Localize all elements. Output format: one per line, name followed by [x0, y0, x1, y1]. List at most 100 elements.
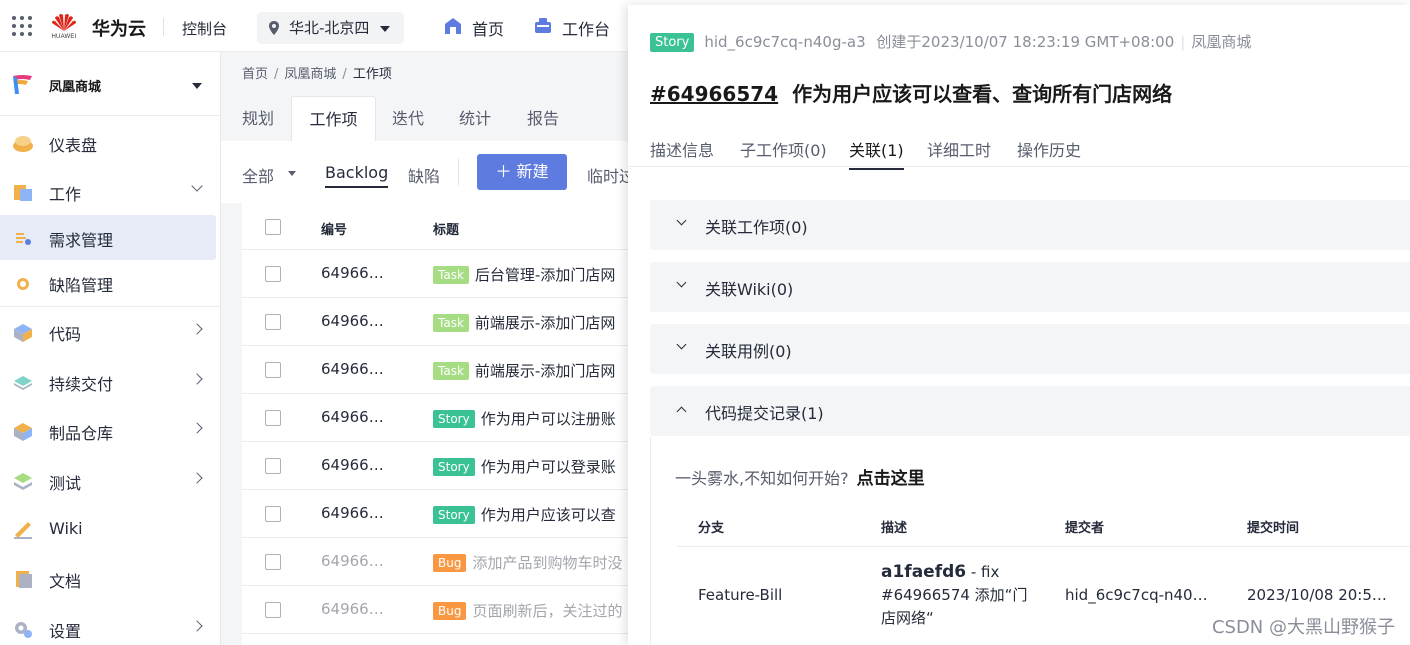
sidebar-item-delivery[interactable]: 持续交付 — [0, 359, 221, 404]
code-icon — [14, 324, 32, 342]
commit-time: 2023/10/08 20:5… — [1247, 586, 1387, 604]
sidebar-item-defects[interactable]: 缺陷管理 — [0, 260, 221, 305]
table-row[interactable]: 64966… Task 前端展示-添加门店网 — [242, 346, 641, 394]
table-row[interactable]: 64966… Bug 添加产品到购物车时没 — [242, 538, 641, 586]
tab-worklog[interactable]: 详细工时 — [927, 137, 991, 161]
filter-backlog[interactable]: Backlog — [325, 163, 389, 188]
tab-statistics[interactable]: 统计 — [459, 96, 491, 141]
nav-home[interactable]: 首页 — [445, 16, 504, 40]
sidebar-item-settings[interactable]: 设置 — [0, 606, 221, 645]
console-link[interactable]: 控制台 — [182, 18, 227, 39]
section-label: 关联Wiki(0) — [705, 280, 794, 299]
filter-defect[interactable]: 缺陷 — [408, 163, 440, 187]
wiki-icon — [14, 522, 32, 539]
tab-reports[interactable]: 报告 — [527, 96, 559, 141]
section-label: 关联工作项(0) — [705, 218, 808, 237]
row-checkbox[interactable] — [265, 458, 281, 474]
tab-description[interactable]: 描述信息 — [650, 137, 714, 161]
workbench-icon — [535, 18, 551, 33]
sidebar-item-label: 仪表盘 — [49, 136, 98, 155]
breadcrumb: 首页 / 凤凰商城 / 工作项 — [242, 67, 392, 82]
table-row[interactable]: 64966… Story 作为用户可以注册账 — [242, 394, 641, 442]
row-title[interactable]: 前端展示-添加门店网 — [475, 314, 615, 332]
nav-workbench-label: 工作台 — [562, 20, 611, 39]
chevron-down-icon[interactable] — [288, 171, 296, 176]
brand-name[interactable]: 华为云 — [92, 15, 146, 41]
hint-link[interactable]: 点击这里 — [857, 469, 925, 489]
type-badge: Bug — [433, 602, 467, 620]
sidebar-item-requirements[interactable]: 需求管理 — [0, 215, 216, 260]
app-grid-icon[interactable] — [12, 16, 32, 36]
settings-icon — [15, 622, 32, 638]
row-checkbox[interactable] — [265, 554, 281, 570]
header-title: 标题 — [433, 223, 460, 238]
breadcrumb-home[interactable]: 首页 — [242, 67, 268, 82]
commit-branch[interactable]: Feature-Bill — [698, 586, 782, 604]
huawei-logo[interactable]: HUAWEI — [47, 12, 81, 42]
docs-icon — [16, 571, 32, 588]
region-label: 华北-北京四 — [289, 19, 370, 37]
tab-iterations[interactable]: 迭代 — [392, 96, 424, 141]
tab-subitems[interactable]: 子工作项(0) — [740, 137, 827, 161]
sidebar-item-work[interactable]: 工作 — [0, 169, 221, 214]
divider — [458, 159, 459, 185]
section-linked-wiki[interactable]: 关联Wiki(0) — [650, 262, 1410, 312]
artifact-icon — [14, 423, 32, 441]
sidebar-item-label: Wiki — [49, 519, 83, 538]
links-content: 关联工作项(0) 关联Wiki(0) 关联用例(0) 代码提交记录(1) 一头雾… — [650, 200, 1410, 645]
region-select[interactable]: 华北-北京四 — [257, 12, 404, 44]
row-title[interactable]: 作为用户应该可以查 — [481, 506, 616, 524]
table-row[interactable]: 64966… Task 前端展示-添加门店网 — [242, 298, 641, 346]
work-item-title[interactable]: 作为用户应该可以查看、查询所有门店网络 — [792, 82, 1172, 106]
row-title[interactable]: 作为用户可以登录账 — [481, 458, 616, 476]
row-number: 64966… — [321, 312, 384, 330]
table-row[interactable]: 64966… Story 作为用户应该可以查 — [242, 490, 641, 538]
test-icon — [14, 473, 32, 490]
tab-links[interactable]: 关联(1) — [849, 137, 904, 170]
sidebar-item-code[interactable]: 代码 — [0, 309, 221, 354]
commit-desc-line3: 店网络“ — [881, 609, 934, 627]
row-checkbox[interactable] — [265, 362, 281, 378]
breadcrumb-project[interactable]: 凤凰商城 — [284, 67, 336, 82]
filter-all[interactable]: 全部 — [242, 163, 274, 187]
header-time: 提交时间 — [1247, 521, 1300, 536]
tab-work-items[interactable]: 工作项 — [291, 96, 376, 141]
section-code-commits[interactable]: 代码提交记录(1) — [650, 386, 1410, 436]
table-row[interactable]: 64966… Task 后台管理-添加门店网 — [242, 250, 641, 298]
type-badge: Task — [433, 314, 469, 332]
sidebar-item-artifacts[interactable]: 制品仓库 — [0, 408, 221, 453]
section-linked-cases[interactable]: 关联用例(0) — [650, 324, 1410, 374]
chevron-right-icon — [191, 373, 203, 385]
select-all-checkbox[interactable] — [265, 219, 281, 235]
row-title[interactable]: 页面刷新后，关注过的 — [472, 602, 622, 620]
sidebar-item-test[interactable]: 测试 — [0, 458, 221, 503]
sidebar-item-label: 需求管理 — [49, 231, 114, 250]
divider — [0, 306, 221, 307]
row-title[interactable]: 后台管理-添加门店网 — [475, 266, 615, 284]
commit-sha[interactable]: a1faefd6 — [881, 562, 966, 582]
hint-text: 一头雾水,不知如何开始? — [675, 469, 849, 488]
row-title[interactable]: 作为用户可以注册账 — [481, 410, 616, 428]
table-row[interactable]: 64966… Story 作为用户可以登录账 — [242, 442, 641, 490]
work-item-id[interactable]: #64966574 — [650, 82, 778, 106]
row-checkbox[interactable] — [265, 506, 281, 522]
new-item-button[interactable]: ＋ 新建 — [477, 154, 567, 190]
nav-workbench[interactable]: 工作台 — [535, 16, 611, 40]
table-row[interactable]: 64966… Bug 页面刷新后，关注过的 — [242, 586, 641, 634]
sidebar-item-docs[interactable]: 文档 — [0, 556, 221, 601]
row-title[interactable]: 前端展示-添加门店网 — [475, 362, 615, 380]
row-checkbox[interactable] — [265, 602, 281, 618]
sidebar-item-dashboard[interactable]: 仪表盘 — [0, 120, 221, 165]
row-title[interactable]: 添加产品到购物车时没 — [472, 554, 622, 572]
tab-planning[interactable]: 规划 — [242, 96, 274, 141]
row-checkbox[interactable] — [265, 266, 281, 282]
project-switcher[interactable]: 凤凰商城 — [0, 52, 221, 116]
tab-history[interactable]: 操作历史 — [1017, 137, 1081, 161]
sidebar-item-wiki[interactable]: Wiki — [0, 507, 221, 552]
chevron-right-icon — [191, 620, 203, 632]
type-badge: Story — [650, 33, 695, 52]
section-linked-items[interactable]: 关联工作项(0) — [650, 200, 1410, 250]
row-checkbox[interactable] — [265, 410, 281, 426]
row-checkbox[interactable] — [265, 314, 281, 330]
watermark: CSDN @大黑山野猴子 — [1211, 617, 1395, 638]
